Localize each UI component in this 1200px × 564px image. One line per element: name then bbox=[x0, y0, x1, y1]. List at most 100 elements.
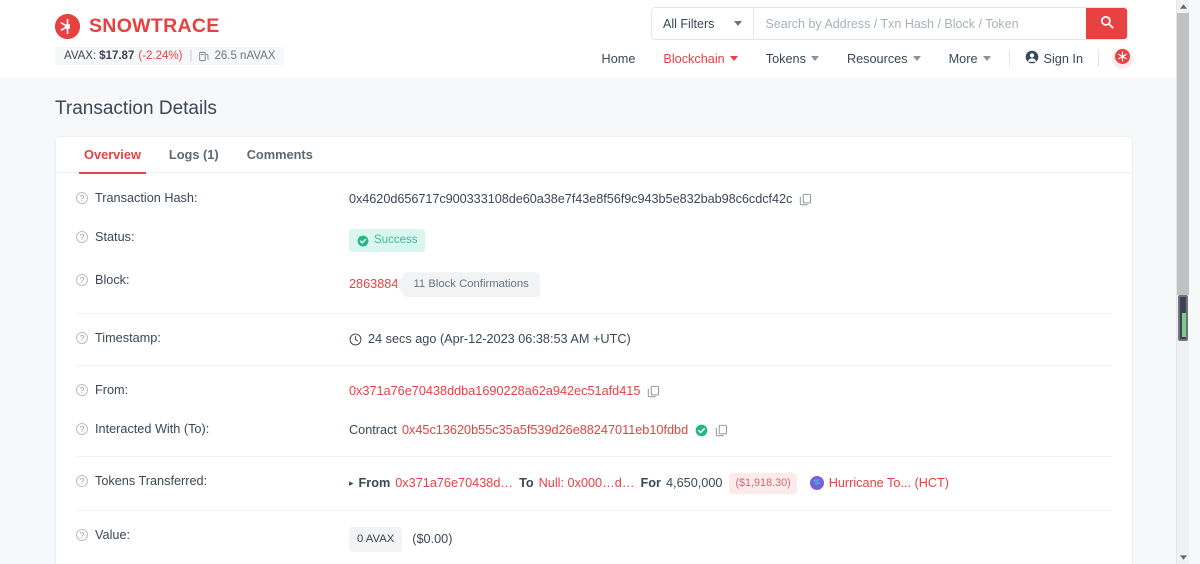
tab-label-logs: Logs (1) bbox=[168, 147, 219, 162]
nav-label-more: More bbox=[948, 51, 978, 66]
nav-item-tokens[interactable]: Tokens bbox=[752, 52, 833, 66]
nav-divider bbox=[1008, 50, 1010, 67]
token-usd-value: ($1,918.30) bbox=[729, 473, 797, 494]
contract-address-link[interactable]: 0x45c13620b55c35a5f539d26e88247011eb10fd… bbox=[402, 421, 688, 440]
chevron-down-icon bbox=[982, 56, 991, 61]
site-logo[interactable]: SNOWTRACE bbox=[55, 14, 220, 39]
clock-icon bbox=[349, 333, 362, 346]
nav-item-blockchain[interactable]: Blockchain bbox=[649, 52, 751, 66]
expand-arrow-icon[interactable]: ▸ bbox=[349, 477, 354, 491]
status-text: Success bbox=[374, 234, 418, 247]
row-value-value: 0 AVAX ($0.00) bbox=[349, 526, 453, 552]
row-divider bbox=[76, 313, 1112, 315]
tab-overview[interactable]: Overview bbox=[70, 137, 155, 174]
price-bar: AVAX: $17.87 (-2.24%) | 26.5 nAVAX bbox=[55, 47, 285, 65]
copy-icon[interactable] bbox=[799, 193, 812, 206]
token-to-address-link[interactable]: Null: 0x000…d… bbox=[539, 474, 635, 493]
row-value-timestamp: 24 secs ago (Apr-12-2023 06:38:53 AM +UT… bbox=[349, 330, 631, 349]
logo-text: SNOWTRACE bbox=[89, 15, 220, 37]
label-text: From: bbox=[95, 383, 129, 398]
tab-logs[interactable]: Logs (1) bbox=[155, 137, 233, 173]
copy-icon[interactable] bbox=[647, 385, 660, 398]
help-icon[interactable]: ? bbox=[76, 192, 88, 204]
row-label-interacted-with: ? Interacted With (To): bbox=[76, 421, 349, 436]
scrollbar-thumb-indicator bbox=[1182, 313, 1186, 337]
help-icon[interactable]: ? bbox=[76, 384, 88, 397]
price-value: $17.87 bbox=[99, 50, 135, 62]
row-label-status: ? Status: bbox=[76, 229, 349, 244]
chevron-down-icon bbox=[734, 21, 743, 26]
row-label-transaction-hash: ? Transaction Hash: bbox=[76, 190, 349, 205]
hurricane-token-icon bbox=[809, 476, 824, 491]
avatar[interactable] bbox=[1112, 48, 1133, 69]
help-icon[interactable]: ? bbox=[76, 423, 88, 436]
block-confirmation-group: 28638846 11 Block Confirmations bbox=[349, 272, 540, 298]
copy-icon[interactable] bbox=[715, 424, 728, 437]
search-button[interactable] bbox=[1086, 8, 1127, 39]
from-address-link[interactable]: 0x371a76e70438ddba1690228a62a942ec51afd4… bbox=[349, 382, 640, 401]
row-value-block: 28638846 11 Block Confirmations bbox=[349, 272, 540, 298]
nav-item-more[interactable]: More bbox=[935, 52, 1005, 66]
nav-divider bbox=[1098, 50, 1099, 67]
token-name-link[interactable]: Hurricane To... (HCT) bbox=[829, 474, 949, 493]
contract-prefix: Contract bbox=[349, 423, 397, 438]
row-value-transaction-hash: 0x4620d656717c900333108de60a38e7f43e8f56… bbox=[349, 190, 812, 209]
label-text: Timestamp: bbox=[95, 331, 161, 346]
gas-station-icon bbox=[199, 51, 210, 62]
row-divider bbox=[76, 509, 1112, 511]
nav-label-tokens: Tokens bbox=[765, 51, 806, 66]
row-value-status: Success bbox=[349, 229, 426, 253]
token-transfer-line: ▸ From 0x371a76e70438d… To Null: 0x000…d… bbox=[349, 473, 949, 494]
row-label-from: ? From: bbox=[76, 382, 349, 397]
label-text: Block: bbox=[95, 273, 130, 288]
row-interacted-with: ? Interacted With (To): Contract 0x45c13… bbox=[56, 411, 1132, 450]
search-bar: All Filters bbox=[651, 7, 1128, 40]
value-usd: ($0.00) bbox=[412, 531, 453, 546]
row-label-timestamp: ? Timestamp: bbox=[76, 330, 349, 345]
row-divider bbox=[76, 456, 1112, 458]
chevron-down-icon bbox=[912, 56, 921, 61]
nav-item-resources[interactable]: Resources bbox=[833, 52, 935, 66]
to-label: To bbox=[519, 475, 534, 490]
sign-in-button[interactable]: Sign In bbox=[1014, 50, 1095, 67]
scroll-up-icon[interactable] bbox=[1177, 0, 1189, 13]
chevron-down-icon bbox=[810, 56, 819, 61]
help-icon[interactable]: ? bbox=[76, 274, 88, 287]
label-text: Value: bbox=[95, 527, 131, 542]
value-amount-chip: 0 AVAX bbox=[349, 526, 403, 552]
detail-rows: ? Transaction Hash: 0x4620d656717c900333… bbox=[56, 173, 1132, 564]
transaction-hash-value: 0x4620d656717c900333108de60a38e7f43e8f56… bbox=[349, 192, 793, 206]
help-icon[interactable]: ? bbox=[76, 475, 88, 488]
vertical-scrollbar[interactable] bbox=[1176, 0, 1189, 564]
scrollbar-lower-region[interactable] bbox=[1177, 341, 1189, 551]
all-filters-dropdown[interactable]: All Filters bbox=[652, 8, 755, 39]
site-header: SNOWTRACE AVAX: $17.87 (-2.24%) | 26.5 n… bbox=[0, 0, 1188, 78]
verified-check-icon bbox=[695, 424, 708, 437]
row-label-block: ? Block: bbox=[76, 272, 349, 287]
nav-item-home[interactable]: Home bbox=[588, 52, 650, 66]
help-icon[interactable]: ? bbox=[76, 332, 88, 345]
from-label: From bbox=[358, 475, 391, 490]
tab-bar: Overview Logs (1) Comments bbox=[56, 137, 1132, 174]
search-input[interactable] bbox=[754, 8, 1086, 39]
row-value: ? Value: 0 AVAX ($0.00) bbox=[56, 517, 1132, 562]
row-value-tokens-transferred: ▸ From 0x371a76e70438d… To Null: 0x000…d… bbox=[349, 473, 949, 494]
main-navigation: Home Blockchain Tokens Resources More Si… bbox=[588, 48, 1133, 69]
tab-comments[interactable]: Comments bbox=[233, 137, 327, 173]
nav-label-home: Home bbox=[601, 51, 636, 66]
scroll-down-icon[interactable] bbox=[1177, 551, 1189, 564]
price-label: AVAX: bbox=[64, 50, 97, 62]
label-text: Status: bbox=[95, 230, 135, 245]
row-block: ? Block: 28638846 11 Block Confirmations bbox=[56, 262, 1132, 307]
main-content: Transaction Details Overview Logs (1) Co… bbox=[0, 78, 1188, 564]
scrollbar-upper-region[interactable] bbox=[1177, 13, 1189, 295]
all-filters-label: All Filters bbox=[663, 16, 715, 31]
nav-label-resources: Resources bbox=[846, 51, 908, 66]
help-icon[interactable]: ? bbox=[76, 231, 88, 244]
price-change: (-2.24%) bbox=[138, 50, 183, 62]
scrollbar-thumb[interactable] bbox=[1178, 295, 1188, 341]
token-from-address-link[interactable]: 0x371a76e70438d… bbox=[395, 474, 513, 493]
page-title: Transaction Details bbox=[55, 98, 217, 119]
help-icon[interactable]: ? bbox=[76, 528, 88, 541]
for-label: For bbox=[640, 475, 661, 490]
